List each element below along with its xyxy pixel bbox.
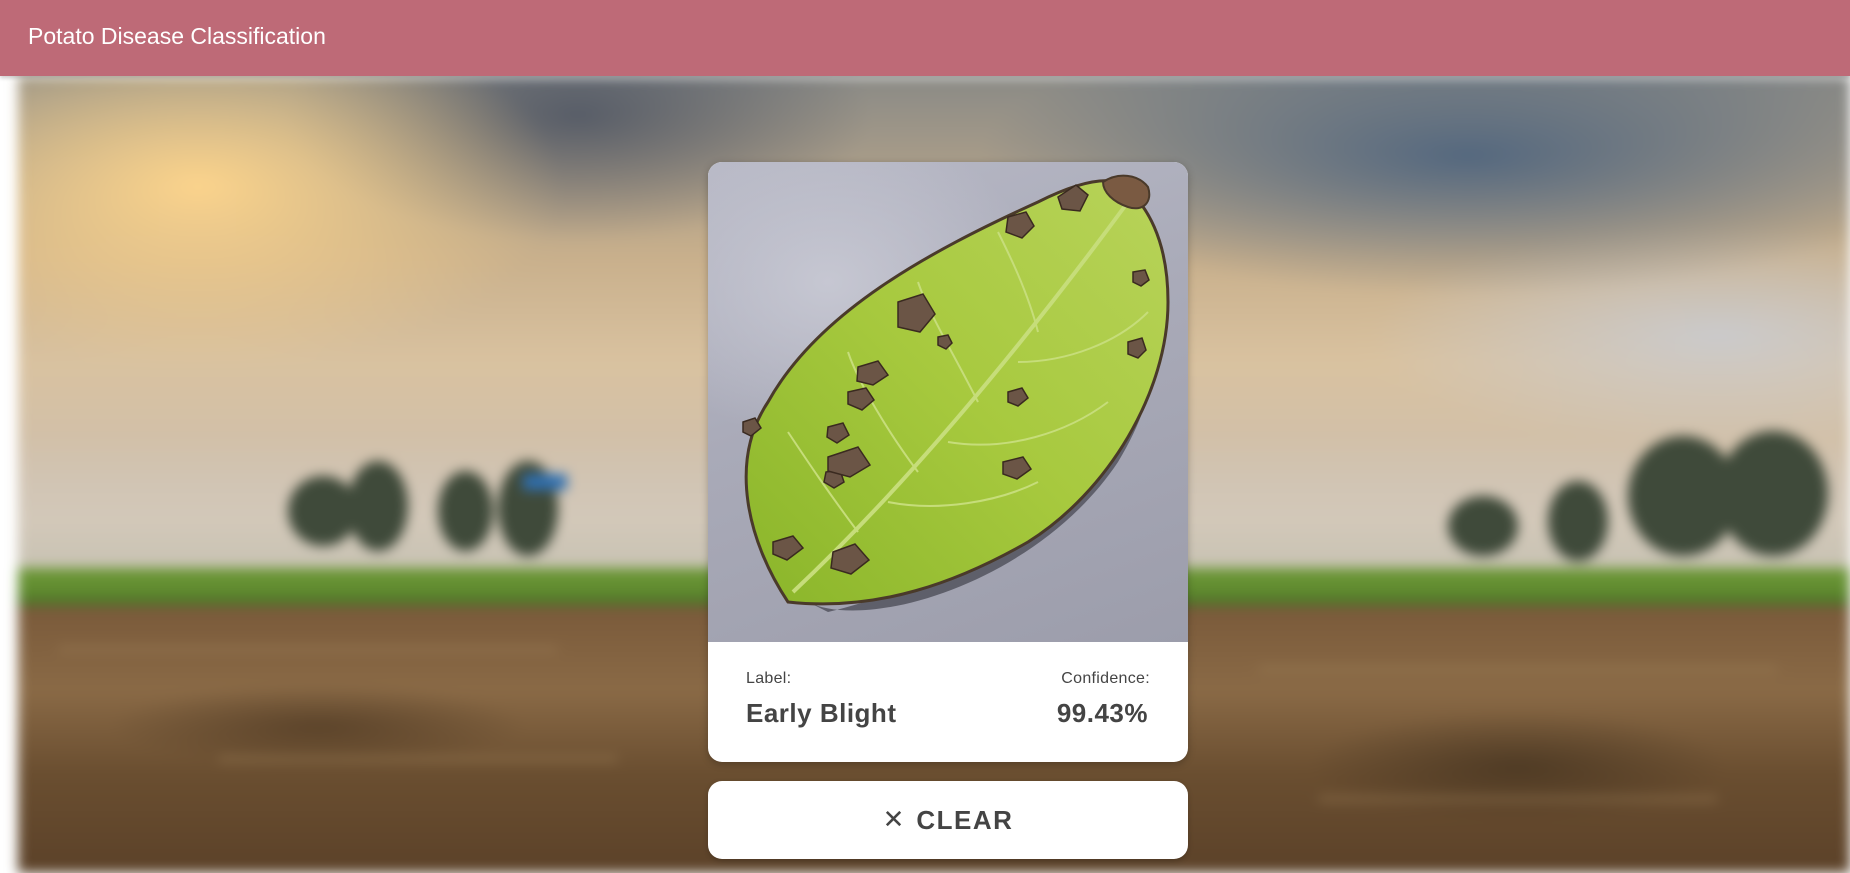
- app-title: Potato Disease Classification: [28, 22, 326, 49]
- background-tree: [1718, 431, 1828, 556]
- background-tree: [438, 471, 493, 551]
- background-tree: [1448, 496, 1518, 556]
- confidence-title: Confidence:: [1061, 670, 1150, 687]
- soil-furrow: [218, 756, 618, 762]
- clear-button[interactable]: ✕ CLEAR: [708, 781, 1188, 859]
- background-object: [523, 474, 567, 490]
- confidence-value: 99.43%: [1056, 698, 1148, 728]
- leaf-image: [708, 162, 1188, 642]
- clear-button-label: CLEAR: [916, 804, 1014, 835]
- leaf-illustration: [742, 174, 1170, 612]
- app-bar: Potato Disease Classification: [0, 0, 1850, 76]
- result-card: Label: Early Blight Confidence: 99.43%: [708, 162, 1188, 762]
- soil-furrow: [58, 646, 558, 652]
- soil-furrow: [1258, 666, 1778, 672]
- label-value: Early Blight: [746, 698, 897, 728]
- background-tree: [348, 461, 408, 551]
- label-title: Label:: [746, 670, 792, 687]
- app-root: Potato Disease Classification Label: Ear…: [0, 0, 1850, 873]
- result-details: Label: Early Blight Confidence: 99.43%: [708, 642, 1188, 762]
- close-icon: ✕: [882, 805, 905, 835]
- soil-furrow: [1318, 796, 1718, 802]
- background-tree: [1548, 481, 1608, 561]
